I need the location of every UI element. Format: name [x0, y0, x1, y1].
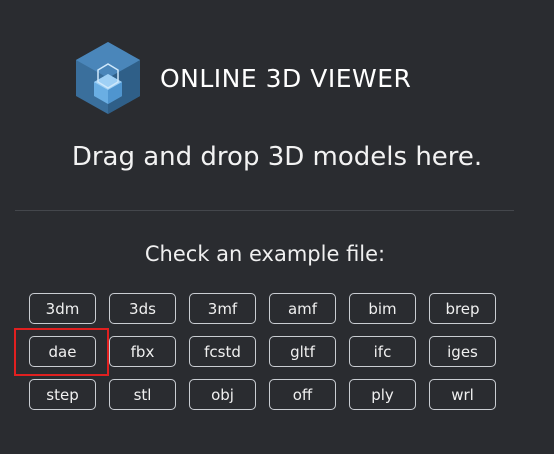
example-file-grid: 3dm 3ds 3mf amf bim brep dae fbx fcstd g…: [29, 293, 496, 410]
example-dae-button[interactable]: dae: [29, 336, 96, 367]
example-obj-button[interactable]: obj: [189, 379, 256, 410]
example-off-button[interactable]: off: [269, 379, 336, 410]
example-brep-button[interactable]: brep: [429, 293, 496, 324]
app-header: ONLINE 3D VIEWER: [74, 40, 411, 116]
example-stl-button[interactable]: stl: [109, 379, 176, 410]
examples-title: Check an example file:: [144, 242, 386, 266]
example-iges-button[interactable]: iges: [429, 336, 496, 367]
cube-logo-icon: [76, 42, 140, 114]
example-3dm-button[interactable]: 3dm: [29, 293, 96, 324]
example-ply-button[interactable]: ply: [349, 379, 416, 410]
example-3ds-button[interactable]: 3ds: [109, 293, 176, 324]
example-gltf-button[interactable]: gltf: [269, 336, 336, 367]
example-3mf-button[interactable]: 3mf: [189, 293, 256, 324]
divider: [15, 210, 514, 211]
app-title: ONLINE 3D VIEWER: [160, 63, 412, 93]
example-wrl-button[interactable]: wrl: [429, 379, 496, 410]
example-amf-button[interactable]: amf: [269, 293, 336, 324]
example-ifc-button[interactable]: ifc: [349, 336, 416, 367]
example-bim-button[interactable]: bim: [349, 293, 416, 324]
example-fbx-button[interactable]: fbx: [109, 336, 176, 367]
drop-instructions: Drag and drop 3D models here.: [71, 142, 483, 172]
example-step-button[interactable]: step: [29, 379, 96, 410]
example-fcstd-button[interactable]: fcstd: [189, 336, 256, 367]
